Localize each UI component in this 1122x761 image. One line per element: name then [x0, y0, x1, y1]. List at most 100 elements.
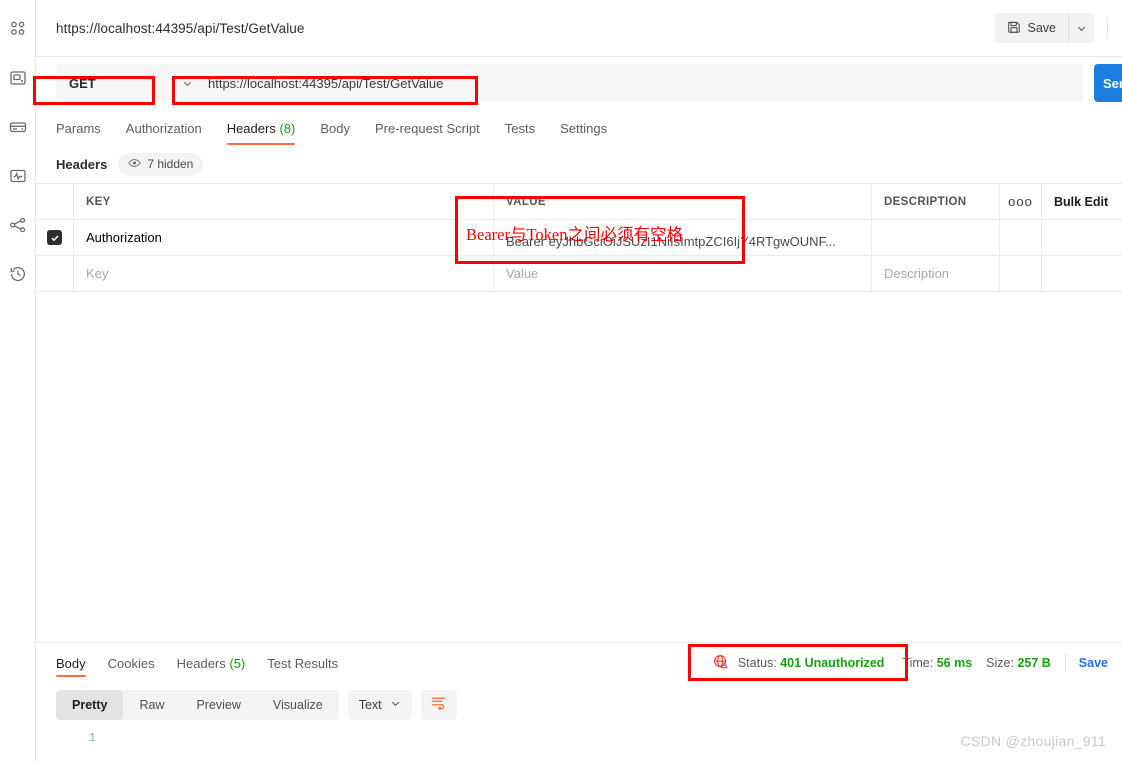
- viewer-mode-visualize[interactable]: Visualize: [257, 690, 339, 720]
- status-value: 401 Unauthorized: [780, 656, 885, 670]
- hidden-headers-label: 7 hidden: [147, 157, 194, 171]
- tab-label: Authorization: [125, 121, 202, 136]
- left-sidebar-rail: [0, 0, 36, 761]
- size-label: Size:: [986, 656, 1014, 670]
- meta-divider: [1064, 654, 1066, 672]
- response-tabs: Body Cookies Headers (5) Test Results St…: [36, 643, 1122, 683]
- row-checkbox-cell: [36, 220, 74, 255]
- save-button-group: Save: [994, 13, 1094, 43]
- tab-label: Headers: [226, 121, 276, 136]
- tab-count: (5): [229, 655, 246, 671]
- tab-label: Params: [56, 121, 101, 136]
- globe-warning-icon: [713, 654, 729, 673]
- tab-headers[interactable]: Headers (8): [226, 121, 296, 145]
- viewer-mode-raw[interactable]: Raw: [123, 690, 180, 720]
- request-tabs: Params Authorization Headers (8) Body Pr…: [36, 109, 1122, 145]
- response-tab-test-results[interactable]: Test Results: [267, 643, 338, 683]
- main-panel: https://localhost:44395/api/Test/GetValu…: [36, 0, 1122, 761]
- tab-body[interactable]: Body: [320, 121, 350, 145]
- new-row-options-cell: [1000, 256, 1042, 291]
- save-icon: [1007, 20, 1021, 37]
- header-key-input[interactable]: Authorization: [74, 220, 494, 255]
- size-metric: Size: 257 B: [986, 656, 1051, 670]
- send-button[interactable]: Send: [1094, 64, 1122, 102]
- table-row: Key Value Description: [36, 256, 1122, 292]
- new-row-checkbox-cell: [36, 256, 74, 291]
- response-tab-body[interactable]: Body: [56, 643, 86, 683]
- format-label: Text: [358, 698, 382, 712]
- wrap-lines-button[interactable]: [420, 690, 457, 720]
- chevron-down-icon[interactable]: [176, 78, 198, 89]
- status-text: Status: 401 Unauthorized: [738, 656, 885, 670]
- tab-authorization[interactable]: Authorization: [126, 121, 202, 145]
- time-value: 56 ms: [936, 656, 973, 670]
- http-method-select[interactable]: GET: [56, 64, 176, 102]
- monitors-icon[interactable]: [3, 161, 33, 191]
- row-checkbox[interactable]: [47, 230, 62, 245]
- row-bulk-cell: [1042, 220, 1122, 255]
- apis-icon[interactable]: [3, 63, 33, 93]
- header-value-text: Bearer eyJhbGciOiJSUzI1NiIsImtpZCI6IjY4R…: [506, 234, 836, 249]
- column-header-value: VALUE: [494, 184, 872, 219]
- new-header-description-input[interactable]: Description: [872, 256, 1000, 291]
- column-header-key: KEY: [74, 184, 494, 219]
- bulk-edit-label: Bulk Edit: [1054, 194, 1109, 209]
- flows-icon[interactable]: [3, 210, 33, 240]
- status-label: Status:: [737, 656, 777, 670]
- tab-tests[interactable]: Tests: [505, 121, 535, 145]
- request-empty-area: [36, 292, 1122, 642]
- response-tab-headers[interactable]: Headers (5): [177, 643, 246, 683]
- url-input[interactable]: https://localhost:44395/api/Test/GetValu…: [198, 64, 1083, 102]
- tab-settings[interactable]: Settings: [560, 121, 607, 145]
- viewer-mode-group: Pretty Raw Preview Visualize: [56, 690, 339, 720]
- select-all-cell: [36, 184, 74, 219]
- header-description-input[interactable]: [872, 220, 1000, 255]
- table-header-row: KEY VALUE DESCRIPTION ooo Bulk Edit: [36, 184, 1122, 220]
- hidden-headers-toggle[interactable]: 7 hidden: [118, 152, 204, 176]
- response-tab-cookies[interactable]: Cookies: [108, 643, 155, 683]
- postman-window: https://localhost:44395/api/Test/GetValu…: [0, 0, 1122, 761]
- response-format-select[interactable]: Text: [347, 690, 412, 720]
- response-pane: Body Cookies Headers (5) Test Results St…: [36, 642, 1122, 761]
- headers-subbar: Headers 7 hidden: [36, 145, 1122, 183]
- topbar-divider: [1107, 17, 1108, 39]
- request-topbar: https://localhost:44395/api/Test/GetValu…: [36, 0, 1122, 57]
- save-dropdown-button[interactable]: [1068, 13, 1094, 43]
- collections-icon[interactable]: [3, 14, 33, 44]
- column-header-description: DESCRIPTION: [872, 184, 1000, 219]
- headers-table: KEY VALUE DESCRIPTION ooo Bulk Edit Auth…: [36, 183, 1122, 292]
- row-options-cell: [1000, 220, 1042, 255]
- tab-label: Pre-request Script: [374, 121, 480, 136]
- save-response-button[interactable]: Save: [1079, 656, 1108, 670]
- new-header-key-input[interactable]: Key: [74, 256, 494, 291]
- tab-label: Settings: [560, 121, 608, 136]
- response-meta: Status: 401 Unauthorized Time: 56 ms Siz…: [707, 643, 1108, 683]
- more-options-icon: ooo: [1008, 194, 1033, 209]
- header-value-input[interactable]: Bearer eyJhbGciOiJSUzI1NiIsImtpZCI6IjY4R…: [494, 220, 872, 255]
- response-body-viewer[interactable]: 1: [36, 727, 1122, 761]
- size-value: 257 B: [1017, 656, 1051, 670]
- bulk-edit-button[interactable]: Bulk Edit: [1042, 184, 1122, 219]
- tab-pre-request-script[interactable]: Pre-request Script: [375, 121, 480, 145]
- time-metric: Time: 56 ms: [902, 656, 972, 670]
- status-badge: Status: 401 Unauthorized: [707, 651, 893, 676]
- tab-label: Cookies: [107, 655, 155, 671]
- url-bar: GET https://localhost:44395/api/Test/Get…: [56, 64, 1083, 102]
- save-button[interactable]: Save: [994, 13, 1068, 43]
- tab-params[interactable]: Params: [56, 121, 101, 145]
- tab-count: (8): [279, 121, 296, 136]
- new-header-value-input[interactable]: Value: [494, 256, 872, 291]
- tab-label: Tests: [504, 121, 536, 136]
- history-icon[interactable]: [3, 259, 33, 289]
- page-title: https://localhost:44395/api/Test/GetValu…: [56, 20, 305, 36]
- viewer-mode-pretty[interactable]: Pretty: [56, 690, 124, 720]
- table-row: Authorization Bearer eyJhbGciOiJSUzI1NiI…: [36, 220, 1122, 256]
- save-button-label: Save: [1027, 21, 1057, 35]
- time-label: Time:: [902, 656, 934, 670]
- header-value-stack: Bearer eyJhbGciOiJSUzI1NiIsImtpZCI6IjY4R…: [506, 220, 836, 255]
- environments-icon[interactable]: [3, 112, 33, 142]
- url-row: GET https://localhost:44395/api/Test/Get…: [36, 57, 1122, 109]
- viewer-mode-preview[interactable]: Preview: [180, 690, 256, 720]
- table-options-button[interactable]: ooo: [1000, 184, 1042, 219]
- tab-label: Test Results: [267, 655, 339, 671]
